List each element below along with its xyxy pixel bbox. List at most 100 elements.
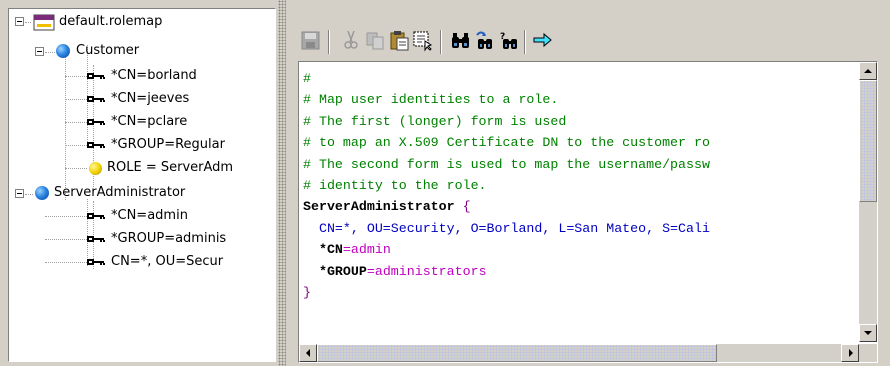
role-globe-icon [35, 186, 49, 200]
tree-node-label: Customer [76, 43, 140, 58]
tree-node-label: CN=*, OU=Secur [111, 254, 224, 269]
key-icon [87, 96, 105, 102]
key-icon [87, 73, 105, 79]
code-line: # identity to the role. [303, 175, 851, 196]
find-again-icon[interactable] [474, 28, 496, 52]
tree-node-principal[interactable]: *CN=admin [9, 205, 275, 227]
code-token-comment: # to map an X.509 Certificate DN to the … [303, 135, 710, 151]
tree-connector [65, 168, 87, 169]
code-token-assign: CN=*, OU=Security, O=Borland, L=San Mate… [303, 220, 710, 236]
arrow-down-icon [864, 331, 872, 335]
tree-node-label: *CN=admin [111, 208, 188, 223]
copy-icon[interactable] [364, 28, 386, 52]
tree-node-label: default.rolemap [59, 14, 163, 29]
tree-node-label: *GROUP=adminis [111, 231, 227, 246]
code-line: ServerAdministrator { [303, 196, 851, 217]
scroll-left-button[interactable] [299, 344, 317, 362]
paste-icon[interactable] [388, 28, 410, 52]
tree-node-role-customer[interactable]: Customer [9, 40, 275, 62]
arrow-up-icon [864, 69, 872, 73]
tree-node-label: ROLE = ServerAdm [107, 160, 234, 175]
code-token-value: admin [350, 242, 391, 258]
tree-connector [45, 216, 87, 217]
tree-node-principal[interactable]: *CN=jeeves [9, 88, 275, 110]
code-line: # Map user identities to a role. [303, 89, 851, 110]
code-token-brace: { [454, 199, 471, 215]
tree-connector [65, 122, 87, 123]
rolemap-tree[interactable]: default.rolemap Customer *CN=borland *CN… [8, 8, 276, 362]
code-line: # The second form is used to map the use… [303, 154, 851, 175]
horizontal-scrollbar[interactable] [299, 344, 859, 362]
key-icon [87, 119, 105, 125]
rolemap-file-icon [33, 14, 55, 31]
tree-node-root[interactable]: default.rolemap [9, 11, 275, 33]
code-token-value: administrators [374, 263, 487, 279]
tree-node-principal[interactable]: CN=*, OU=Secur [9, 251, 275, 273]
tree-node-label: *CN=pclare [111, 114, 188, 129]
tree-connector [65, 76, 87, 77]
save-icon[interactable] [300, 28, 322, 52]
tree-connector [25, 22, 31, 23]
code-token-eq: = [342, 242, 351, 258]
code-token-brace: } [303, 284, 311, 300]
replace-icon[interactable]: ? [498, 28, 520, 52]
role-globe-icon [56, 44, 70, 58]
select-all-icon[interactable] [412, 28, 434, 52]
code-token-comment: # The second form is used to map the use… [303, 156, 710, 172]
arrow-left-icon [306, 349, 310, 357]
horizontal-scroll-thumb[interactable] [317, 344, 717, 362]
scroll-down-button[interactable] [859, 324, 877, 342]
key-icon [87, 213, 105, 219]
vertical-scrollbar[interactable] [859, 62, 877, 342]
scroll-up-button[interactable] [859, 62, 877, 80]
vertical-scroll-thumb[interactable] [859, 80, 877, 202]
collapse-icon[interactable] [35, 47, 44, 56]
code-line: # The first (longer) form is used [303, 111, 851, 132]
code-token-comment: # [303, 71, 311, 86]
toolbar-separator [328, 30, 330, 54]
code-line: } [303, 282, 851, 303]
split-pane-divider[interactable] [278, 0, 286, 366]
tree-node-label: *CN=borland [111, 68, 197, 83]
code-line: # [303, 68, 851, 89]
code-token-comment: # Map user identities to a role. [303, 92, 559, 108]
editor-toolbar: ? [296, 28, 856, 58]
tree-node-label: *CN=jeeves [111, 91, 190, 106]
collapse-icon[interactable] [15, 17, 24, 26]
cut-icon[interactable] [340, 28, 362, 52]
code-token-comment: # The first (longer) form is used [303, 113, 567, 129]
toolbar-separator [524, 30, 526, 54]
scroll-right-button[interactable] [841, 344, 859, 362]
tree-node-principal[interactable]: *GROUP=adminis [9, 228, 275, 250]
code-line: CN=*, OU=Security, O=Borland, L=San Mate… [303, 218, 851, 239]
tree-node-principal[interactable]: *GROUP=Regular [9, 134, 275, 156]
role-reference-icon [89, 162, 102, 175]
code-token-eq: = [366, 263, 375, 279]
tree-connector [45, 262, 87, 263]
tree-connector [45, 239, 87, 240]
collapse-icon[interactable] [15, 189, 24, 198]
key-icon [87, 236, 105, 242]
code-token-keyword: *GROUP [318, 263, 367, 279]
tree-node-principal[interactable]: *CN=pclare [9, 111, 275, 133]
tree-node-principal[interactable]: *CN=borland [9, 65, 275, 87]
code-text-area[interactable]: # # Map user identities to a role. # The f… [303, 68, 851, 338]
tree-node-role-serveradministrator[interactable]: ServerAdministrator [9, 182, 275, 204]
code-line: *GROUP=administrators [303, 261, 851, 282]
find-icon[interactable] [450, 28, 472, 52]
code-line: # to map an X.509 Certificate DN to the … [303, 132, 851, 153]
key-icon [87, 259, 105, 265]
tree-connector [65, 99, 87, 100]
scroll-corner [859, 344, 877, 362]
tree-node-label: ServerAdministrator [54, 185, 186, 200]
tree-node-role-reference[interactable]: ROLE = ServerAdm [9, 157, 275, 179]
code-token-ident: ServerAdministrator [303, 199, 455, 215]
code-line: *CN=admin [303, 239, 851, 260]
goto-line-icon[interactable] [532, 28, 554, 52]
code-token-keyword: *CN [318, 242, 343, 258]
rolemap-source-editor[interactable]: # # Map user identities to a role. # The f… [298, 61, 878, 363]
code-token-comment: # identity to the role. [303, 177, 487, 193]
key-icon [87, 142, 105, 148]
